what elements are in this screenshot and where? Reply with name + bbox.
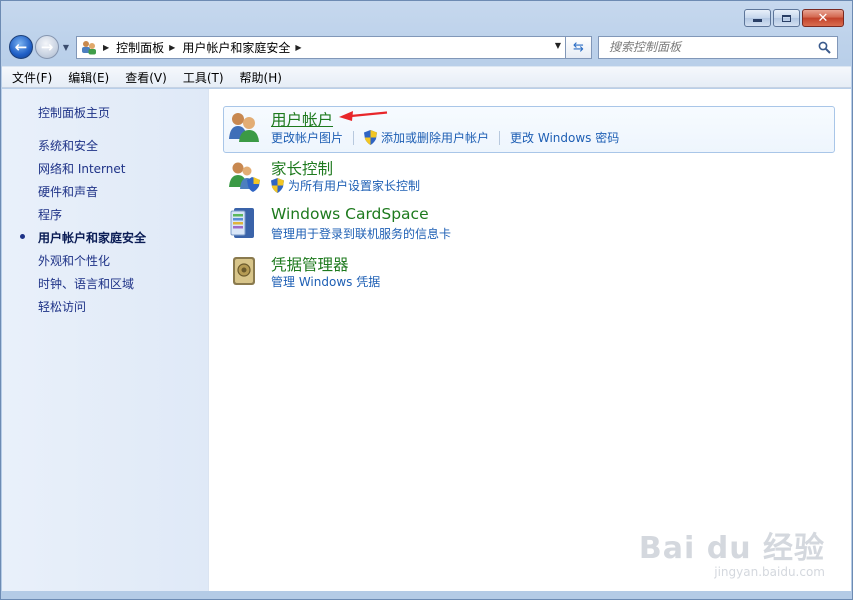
category-title-cardspace[interactable]: Windows CardSpace xyxy=(271,205,429,223)
search-icon[interactable] xyxy=(818,41,831,54)
minimize-button[interactable] xyxy=(744,9,771,27)
main-pane: 用户帐户 更改帐户图片 添加或删除用户帐户 更改 Windows 密码 家长控制… xyxy=(209,89,851,591)
address-bar[interactable]: ▶ 控制面板 ▶ 用户帐户和家庭安全 ▶ ▼ xyxy=(76,35,566,59)
breadcrumb-separator-icon[interactable]: ▶ xyxy=(103,43,109,52)
sidebar-item-appearance[interactable]: 外观和个性化 xyxy=(38,252,110,269)
navigation-bar: ← → ▼ ▶ 控制面板 ▶ 用户帐户和家庭安全 ▶ ▼ ⇆ xyxy=(9,33,844,61)
menu-edit[interactable]: 编辑(E) xyxy=(68,69,109,86)
category-links-cardspace: 管理用于登录到联机服务的信息卡 xyxy=(271,225,451,242)
forward-button[interactable]: → xyxy=(35,35,59,59)
link-manage-information-cards[interactable]: 管理用于登录到联机服务的信息卡 xyxy=(271,225,451,242)
watermark-url: jingyan.baidu.com xyxy=(714,565,825,579)
breadcrumb-separator-icon[interactable]: ▶ xyxy=(295,43,301,52)
caption-buttons: ✕ xyxy=(744,9,844,27)
active-item-bullet-icon xyxy=(20,234,25,239)
sidebar: 控制面板主页 系统和安全 网络和 Internet 硬件和声音 程序 用户帐户和… xyxy=(2,89,209,591)
back-button[interactable]: ← xyxy=(9,35,33,59)
menu-help[interactable]: 帮助(H) xyxy=(240,69,282,86)
link-divider xyxy=(499,130,501,145)
category-title-credential-manager[interactable]: 凭据管理器 xyxy=(271,253,349,275)
category-links-user-accounts: 更改帐户图片 添加或删除用户帐户 更改 Windows 密码 xyxy=(271,129,619,146)
sidebar-item-ease-of-access[interactable]: 轻松访问 xyxy=(38,298,86,315)
uac-shield-icon xyxy=(271,178,284,193)
watermark-logo: Bai du 经验 xyxy=(638,531,825,566)
search-box[interactable] xyxy=(598,35,838,59)
breadcrumb-separator-icon[interactable]: ▶ xyxy=(169,43,175,52)
sidebar-item-user-accounts[interactable]: 用户帐户和家庭安全 xyxy=(38,229,146,246)
baidu-watermark: Bai du 经验 jingyan.baidu.com xyxy=(639,523,825,579)
menu-view[interactable]: 查看(V) xyxy=(125,69,167,86)
close-button[interactable]: ✕ xyxy=(802,9,844,27)
category-title-parental-controls[interactable]: 家长控制 xyxy=(271,157,333,179)
sidebar-item-hardware-sound[interactable]: 硬件和声音 xyxy=(38,183,98,200)
menu-file[interactable]: 文件(F) xyxy=(12,69,52,86)
back-arrow-icon: ← xyxy=(14,38,28,56)
refresh-icon: ⇆ xyxy=(573,39,584,55)
chevron-down-icon: ▼ xyxy=(62,42,70,52)
minimize-icon xyxy=(753,19,762,22)
cardspace-icon xyxy=(230,208,254,238)
link-manage-windows-credentials[interactable]: 管理 Windows 凭据 xyxy=(271,273,380,290)
recent-pages-dropdown[interactable]: ▼ xyxy=(60,43,72,52)
sidebar-item-system-security[interactable]: 系统和安全 xyxy=(38,137,98,154)
category-links-credential-manager: 管理 Windows 凭据 xyxy=(271,273,380,290)
forward-arrow-icon: → xyxy=(40,38,54,56)
menu-tools[interactable]: 工具(T) xyxy=(183,69,224,86)
parental-controls-icon xyxy=(229,162,260,192)
uac-shield-icon xyxy=(364,130,378,145)
link-divider xyxy=(353,130,355,145)
link-change-windows-password[interactable]: 更改 Windows 密码 xyxy=(510,129,619,146)
sidebar-control-panel-home[interactable]: 控制面板主页 xyxy=(38,104,110,121)
menu-bar: 文件(F) 编辑(E) 查看(V) 工具(T) 帮助(H) xyxy=(2,66,851,88)
maximize-button[interactable] xyxy=(773,9,800,27)
breadcrumb-control-panel[interactable]: 控制面板 xyxy=(116,39,164,56)
content-area: 控制面板主页 系统和安全 网络和 Internet 硬件和声音 程序 用户帐户和… xyxy=(2,89,851,591)
category-links-parental-controls: 为所有用户设置家长控制 xyxy=(271,177,420,194)
address-dropdown-icon[interactable]: ▼ xyxy=(555,41,561,50)
category-title-user-accounts[interactable]: 用户帐户 xyxy=(271,108,333,130)
maximize-icon xyxy=(782,14,791,22)
sidebar-item-clock-language[interactable]: 时钟、语言和区域 xyxy=(38,275,134,292)
user-accounts-icon xyxy=(82,41,96,55)
annotation-arrow-icon xyxy=(339,111,388,121)
explorer-window: ✕ ← → ▼ ▶ 控制面板 ▶ 用户帐户和家庭安全 ▶ ▼ ⇆ 搜索控制面板 … xyxy=(0,0,853,600)
search-input[interactable] xyxy=(607,39,821,55)
user-accounts-icon xyxy=(229,113,259,142)
link-add-remove-accounts[interactable]: 添加或删除用户帐户 xyxy=(381,129,489,146)
link-setup-parental-controls[interactable]: 为所有用户设置家长控制 xyxy=(288,177,420,194)
sidebar-item-network-internet[interactable]: 网络和 Internet xyxy=(38,160,125,177)
refresh-button[interactable]: ⇆ xyxy=(566,35,592,59)
breadcrumb-user-accounts[interactable]: 用户帐户和家庭安全 xyxy=(182,39,290,56)
close-icon: ✕ xyxy=(817,10,829,26)
link-change-account-picture[interactable]: 更改帐户图片 xyxy=(271,129,343,146)
sidebar-item-programs[interactable]: 程序 xyxy=(38,206,62,223)
credential-manager-icon xyxy=(233,257,255,285)
